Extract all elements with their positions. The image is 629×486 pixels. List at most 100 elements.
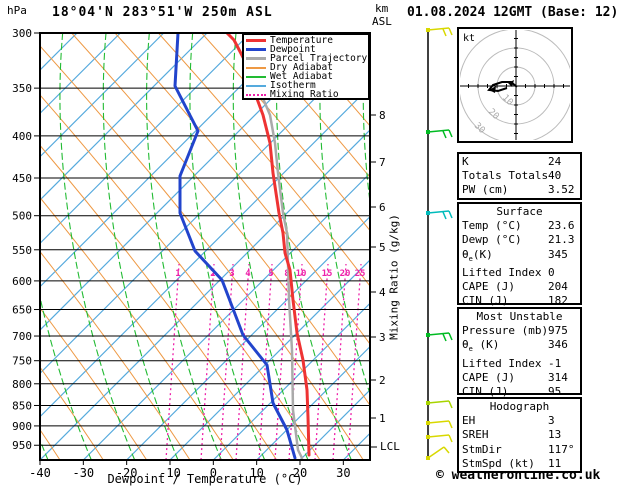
temperature-tick-label: -40 xyxy=(29,466,51,480)
mixing-ratio-value-label: 1 xyxy=(175,269,180,279)
row-label: SREH xyxy=(462,428,489,442)
row-value: 117° xyxy=(548,442,575,456)
table-row: CAPE (J) 314 xyxy=(462,371,577,385)
row-label: K xyxy=(462,155,469,168)
table-row: StmDir 117° xyxy=(462,443,577,457)
table-row: Dewp (°C) 21.3 xyxy=(462,233,577,247)
pressure-tick-label: 350 xyxy=(12,82,32,95)
row-value: 3.52 xyxy=(548,183,575,197)
row-value: 0 xyxy=(548,266,555,279)
wet-adiabat-line xyxy=(0,33,5,460)
row-label: StmSpd (kt) xyxy=(462,456,535,470)
table-row: Temp (°C) 23.6 xyxy=(462,219,577,233)
run-date-label: 01.08.2024 12GMT (Base: 12) xyxy=(407,5,619,20)
mixing-ratio-value-label: 3 xyxy=(229,269,234,279)
row-label: CAPE (J) xyxy=(462,280,515,294)
altitude-axis-unit-asl: ASL xyxy=(372,15,392,28)
table-row: EH 3 xyxy=(462,414,577,428)
altitude-tick-label: 8 xyxy=(379,109,386,122)
isotherm-line xyxy=(40,33,251,245)
row-label: Dewp (°C) xyxy=(462,233,522,247)
legend-line-sample xyxy=(246,93,266,96)
table-row: Pressure (mb) 975 xyxy=(462,324,577,338)
wind-barb-icon xyxy=(426,434,453,443)
pressure-tick-label: 550 xyxy=(12,244,32,257)
altitude-tick-label: 2 xyxy=(379,374,386,387)
legend-line-sample xyxy=(246,84,266,87)
table-title: Hodograph xyxy=(489,400,550,413)
row-value: 21.3 xyxy=(548,233,575,247)
row-value: 314 xyxy=(548,371,568,384)
row-value: 24 xyxy=(548,155,562,168)
table-row: Totals Totals 40 xyxy=(462,169,577,183)
wind-barb-icon xyxy=(426,27,453,37)
legend-line-sample xyxy=(246,48,266,51)
hodograph-panel: 102030kt xyxy=(457,27,573,143)
row-label: θe(K) xyxy=(462,247,493,263)
mixing-ratio-axis-label: Mixing Ratio (g/kg) xyxy=(387,214,401,340)
row-value: 204 xyxy=(548,280,568,294)
pressure-tick-label: 750 xyxy=(12,355,32,368)
wind-barb-icon xyxy=(426,446,450,460)
altitude-axis-unit-km: km xyxy=(375,2,389,15)
pressure-tick-label: 300 xyxy=(12,27,32,40)
pressure-tick-label: 500 xyxy=(12,210,32,223)
mixing-ratio-value-label: 10 xyxy=(296,269,307,279)
wind-barb-icon xyxy=(426,210,453,220)
table-row: SREH 13 xyxy=(462,428,577,442)
temperature-tick-label: 30 xyxy=(336,466,350,480)
wind-barb-icon xyxy=(426,332,453,342)
wet-adiabat-line xyxy=(580,33,629,460)
mixing-ratio-value-label: 4 xyxy=(245,269,251,279)
pressure-tick-label: 700 xyxy=(12,330,32,343)
table-most-unstable: Most Unstable Pressure (mb) 975 θe (K) 346 Li… xyxy=(457,307,582,398)
lcl-marker-label: LCL xyxy=(380,440,400,453)
row-value: 11 xyxy=(548,456,562,470)
table-row: PW (cm) 3.52 xyxy=(462,183,577,197)
mixing-ratio-value-label: 5 xyxy=(268,269,273,279)
pressure-tick-label: 400 xyxy=(12,130,32,143)
row-label: Temp (°C) xyxy=(462,219,522,233)
legend-line-sample xyxy=(246,66,266,69)
altitude-tick-label: 1 xyxy=(379,412,386,425)
table-title: Most Unstable xyxy=(476,310,563,323)
row-label: Lifted Index xyxy=(462,266,542,279)
row-label: PW (cm) xyxy=(462,183,509,197)
row-label: Totals Totals xyxy=(462,169,549,183)
mixing-ratio-value-label: 25 xyxy=(355,269,366,279)
temperature-axis-label: Dewpoint / Temperature (°C) xyxy=(107,472,303,486)
mixing-ratio-value-label: 20 xyxy=(340,269,351,279)
wind-barb-icon xyxy=(426,129,453,139)
dry-adiabat-line xyxy=(592,33,629,460)
legend-item-mixing-ratio: Mixing Ratio xyxy=(246,90,368,99)
row-label: StmDir xyxy=(462,442,502,456)
row-label: Lifted Index xyxy=(462,356,542,370)
pressure-tick-label: 650 xyxy=(12,304,32,317)
table-title: Surface xyxy=(496,205,543,218)
pressure-tick-label: 800 xyxy=(12,378,32,391)
legend-line-sample xyxy=(246,39,266,42)
row-value: 345 xyxy=(548,247,568,261)
pressure-tick-label: 450 xyxy=(12,172,32,185)
row-label: CAPE (J) xyxy=(462,371,515,384)
table-surface: Surface Temp (°C) 23.6 Dewp (°C) 21.3 θe(K) 34… xyxy=(457,202,582,307)
altitude-tick-label: 7 xyxy=(379,156,386,169)
mixing-ratio-value-label: 15 xyxy=(322,269,333,279)
legend-line-sample xyxy=(246,57,266,60)
row-value: 40 xyxy=(548,169,562,183)
pressure-tick-label: 900 xyxy=(12,420,32,433)
row-label: θe (K) xyxy=(462,338,500,354)
table-row: K 24 xyxy=(462,155,577,169)
altitude-tick-label: 3 xyxy=(379,331,386,344)
table-row: Lifted Index 0 xyxy=(462,266,577,280)
wet-adiabat-line xyxy=(623,33,629,460)
table-row: θe(K) 345 xyxy=(462,248,577,266)
legend: Temperature Dewpoint Parcel Trajectory Dry … xyxy=(242,33,370,100)
altitude-tick-label: 4 xyxy=(379,286,386,299)
wind-barb-icon xyxy=(426,420,453,429)
table-row: Lifted Index -1 xyxy=(462,357,577,371)
row-value: 346 xyxy=(548,338,568,352)
altitude-tick-label: 5 xyxy=(379,241,386,254)
altitude-tick-label: 6 xyxy=(379,201,386,214)
table-row: StmSpd (kt) 11 xyxy=(462,457,577,471)
